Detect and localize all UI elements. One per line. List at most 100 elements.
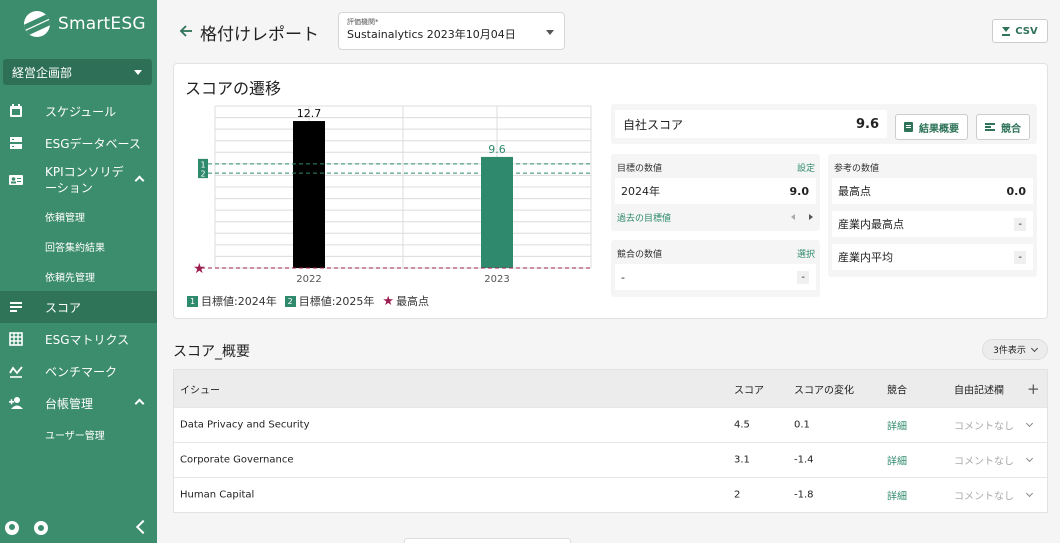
sidebar-item-label: スケジュール: [45, 104, 117, 119]
chevron-up-icon[interactable]: [134, 175, 145, 186]
sidebar-item-label: ESGデータベース: [45, 136, 141, 151]
panel-title: スコアの遷移: [185, 79, 282, 98]
back-arrow-icon[interactable]: [179, 24, 193, 38]
sidebar-subitem-answer-results[interactable]: 回答集約結果: [0, 231, 157, 261]
competitor-button-label: 競合: [1001, 123, 1021, 135]
reference-label: 産業内平均: [838, 251, 893, 264]
card-heading: 参考の数値: [834, 164, 880, 174]
star-icon: ★: [382, 293, 395, 309]
card-heading: 競合の数値: [617, 250, 663, 260]
rating-agency-select[interactable]: 評価機関* Sustainalytics 2023年10月04日: [338, 12, 565, 50]
next-arrow-icon[interactable]: [809, 214, 813, 220]
sidebar-subitem-recipient-management[interactable]: 依頼先管理: [0, 261, 157, 291]
target-setting-link[interactable]: 設定: [797, 161, 815, 174]
score-cell: 4.5: [734, 419, 750, 431]
issue-cell: Corporate Governance: [180, 454, 294, 466]
csv-download-button[interactable]: CSV: [992, 19, 1048, 43]
sidebar-subitem-user-management[interactable]: ユーザー管理: [0, 419, 157, 449]
target-1-marker: 1: [187, 295, 198, 307]
sidebar-subitem-label: ユーザー管理: [45, 430, 105, 442]
smartesg-logo-icon: [24, 11, 50, 37]
legend-label: 最高点: [396, 295, 430, 308]
target-2-marker: 2: [284, 295, 296, 307]
previous-arrow-icon[interactable]: [791, 214, 795, 220]
reference-value-card: 参考の数値 最高点 0.0 産業内最高点 - 産業内平均 -: [828, 154, 1037, 277]
row-count-button[interactable]: 3件表示: [982, 339, 1048, 360]
sidebar-subitem-request-management[interactable]: 依頼管理: [0, 201, 157, 231]
sidebar-item-label: ESGマトリクス: [45, 332, 130, 347]
download-icon: [1002, 26, 1011, 36]
x-tick-label: 2022: [296, 274, 321, 285]
gear-icon[interactable]: [34, 521, 48, 535]
target-year: 2024年: [621, 185, 660, 198]
sidebar-item-label: KPIコンソリデーション: [45, 165, 124, 195]
target-marker-label-2: 2: [200, 170, 205, 179]
id-card-icon: [9, 175, 23, 185]
expand-row-chevron-icon[interactable]: [1025, 489, 1034, 498]
self-score-box: 自社スコア 9.6: [611, 104, 1037, 144]
legend-label: 目標値:2025年: [298, 295, 375, 308]
issue-cell: Human Capital: [180, 489, 255, 501]
comment-cell[interactable]: コメントなし: [954, 488, 1014, 503]
self-score-value: 9.6: [855, 116, 879, 132]
sidebar-item-esg-database[interactable]: ESGデータベース: [0, 127, 157, 159]
select-value: Sustainalytics 2023年10月04日: [347, 28, 516, 41]
past-targets-link[interactable]: 過去の目標値: [617, 211, 671, 224]
user-account-icon[interactable]: [5, 521, 19, 535]
column-header-free-text[interactable]: 自由記述欄: [954, 381, 1004, 396]
competitor-select-link[interactable]: 選択: [797, 247, 815, 260]
target-row: 2024年 9.0: [615, 178, 816, 204]
sidebar-item-kpi-consolidation[interactable]: KPIコンソリデーション: [0, 159, 157, 201]
bar-value-label: 9.6: [488, 143, 506, 156]
chevron-down-icon: [1030, 344, 1038, 352]
sidebar-item-label: ベンチマーク: [45, 364, 118, 379]
sidebar-subitem-label: 依頼先管理: [45, 272, 95, 284]
benchmark-icon: [9, 366, 23, 378]
bar-2022: [293, 121, 325, 269]
column-header-competitor[interactable]: 競合: [887, 381, 907, 396]
column-header-score-change[interactable]: スコアの変化: [794, 381, 854, 396]
department-label: 経営企画部: [12, 65, 73, 80]
grid-icon: [9, 332, 23, 346]
max-score-star-marker: ★: [193, 261, 206, 277]
comment-cell[interactable]: コメントなし: [954, 453, 1014, 468]
sidebar-item-score[interactable]: スコア: [0, 291, 157, 323]
sidebar-item-benchmark[interactable]: ベンチマーク: [0, 355, 157, 387]
chevron-up-icon[interactable]: [134, 398, 145, 409]
column-header-issue[interactable]: イシュー: [180, 381, 220, 396]
self-score-row: 自社スコア 9.6: [615, 110, 887, 138]
brand[interactable]: SmartESG: [24, 11, 146, 37]
column-header-score[interactable]: スコア: [734, 381, 764, 396]
department-select[interactable]: 経営企画部: [3, 59, 152, 85]
score-change-cell: -1.4: [794, 454, 814, 466]
comment-cell[interactable]: コメントなし: [954, 418, 1014, 433]
competitor-row: - -: [615, 264, 816, 290]
list-icon: [985, 123, 995, 131]
caret-down-icon: [546, 30, 554, 35]
competitor-detail-link[interactable]: 詳細: [887, 418, 907, 433]
competitor-name: -: [621, 270, 625, 284]
score-cell: 3.1: [734, 454, 750, 466]
score-icon: [10, 302, 22, 312]
table-row: Data Privacy and Security 4.5 0.1 詳細 コメン…: [174, 407, 1047, 442]
result-summary-button[interactable]: 結果概要: [895, 114, 968, 140]
add-column-icon[interactable]: +: [1027, 380, 1040, 398]
legend-label: 目標値:2024年: [201, 295, 277, 308]
sidebar-item-esg-matrix[interactable]: ESGマトリクス: [0, 323, 157, 355]
bar-value-label: 12.7: [297, 107, 322, 120]
sidebar-item-ledger-management[interactable]: 台帳管理: [0, 387, 157, 419]
legend-item-target-2025: 2 目標値:2025年: [284, 293, 375, 309]
competitor-button[interactable]: 競合: [976, 114, 1030, 140]
collapse-sidebar-icon[interactable]: [135, 519, 151, 535]
score-cell: 2: [734, 489, 741, 501]
pagination-control[interactable]: [404, 538, 571, 543]
competitor-detail-link[interactable]: 詳細: [887, 488, 907, 503]
sidebar-nav: スケジュール ESGデータベース KPIコンソリデーション 依頼管理 回答集約結…: [0, 95, 157, 449]
expand-row-chevron-icon[interactable]: [1025, 419, 1034, 428]
sidebar-item-schedule[interactable]: スケジュール: [0, 95, 157, 127]
legend-item-target-2024: 1 目標値:2024年: [187, 293, 277, 309]
expand-row-chevron-icon[interactable]: [1025, 454, 1034, 463]
x-tick-label: 2023: [484, 274, 509, 285]
database-icon: [10, 137, 22, 149]
competitor-detail-link[interactable]: 詳細: [887, 453, 907, 468]
